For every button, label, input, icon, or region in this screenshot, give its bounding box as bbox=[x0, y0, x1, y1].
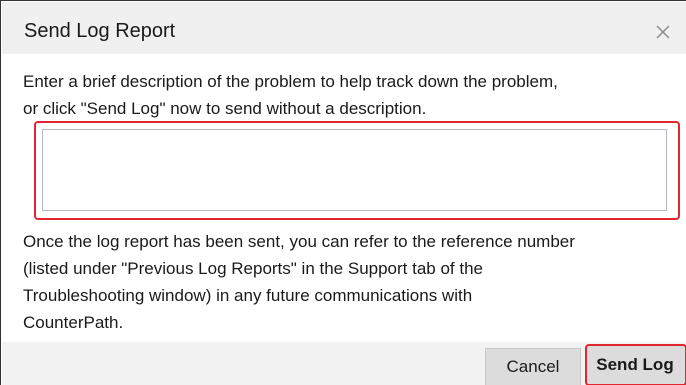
dialog-footer bbox=[2, 342, 686, 385]
cancel-button[interactable]: Cancel bbox=[485, 348, 581, 385]
info-text: Once the log report has been sent, you c… bbox=[23, 228, 686, 336]
send-log-button[interactable]: Send Log bbox=[585, 344, 686, 385]
dialog-title: Send Log Report bbox=[24, 20, 176, 42]
info-line-4: CounterPath. bbox=[23, 313, 124, 332]
send-log-dialog: Send Log Report Enter a brief descriptio… bbox=[0, 0, 686, 385]
description-input[interactable] bbox=[42, 129, 667, 211]
info-line-2: (listed under "Previous Log Reports" in … bbox=[23, 259, 484, 278]
dialog-titlebar: Send Log Report bbox=[2, 2, 686, 54]
info-line-3: Troubleshooting window) in any future co… bbox=[23, 286, 473, 305]
intro-text: Enter a brief description of the problem… bbox=[23, 68, 683, 122]
intro-line-1: Enter a brief description of the problem… bbox=[23, 72, 558, 91]
intro-line-2: or click "Send Log" now to send without … bbox=[23, 99, 427, 118]
close-icon[interactable] bbox=[653, 22, 673, 42]
info-line-1: Once the log report has been sent, you c… bbox=[23, 232, 575, 251]
